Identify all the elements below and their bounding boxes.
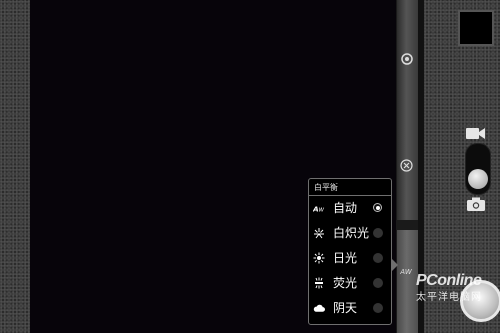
menu-pointer bbox=[392, 259, 398, 271]
wb-option-fluorescent[interactable]: 荧光 bbox=[309, 271, 391, 296]
radio-selected[interactable] bbox=[373, 203, 382, 212]
white-balance-menu: 白平衡 AW 自动 白炽光 日光 荧光 阴天 bbox=[308, 178, 398, 325]
auto-wb-icon: AW bbox=[313, 202, 325, 214]
wb-option-label: 自动 bbox=[333, 201, 358, 215]
radio-unselected[interactable] bbox=[373, 303, 383, 313]
shutter-button[interactable] bbox=[460, 280, 500, 322]
wb-option-label: 荧光 bbox=[333, 276, 358, 290]
wb-option-incandescent[interactable]: 白炽光 bbox=[309, 221, 391, 246]
video-camera-icon bbox=[466, 125, 486, 139]
settings-bar-lower-section bbox=[397, 230, 418, 333]
mode-switch-knob[interactable] bbox=[468, 169, 488, 189]
radio-unselected[interactable] bbox=[373, 278, 383, 288]
current-wb-indicator[interactable]: AW bbox=[398, 268, 414, 276]
wb-option-auto[interactable]: AW 自动 bbox=[309, 196, 391, 221]
wb-option-label: 白炽光 bbox=[333, 226, 370, 240]
incandescent-icon bbox=[313, 227, 325, 239]
wb-option-cloudy[interactable]: 阴天 bbox=[309, 296, 391, 321]
white-balance-menu-title: 白平衡 bbox=[314, 183, 338, 192]
svg-text:W: W bbox=[319, 208, 325, 213]
fluorescent-icon bbox=[313, 277, 325, 289]
settings-bar[interactable] bbox=[396, 0, 419, 333]
settings-icon[interactable] bbox=[399, 51, 414, 66]
wb-option-label: 日光 bbox=[333, 251, 358, 265]
flash-icon[interactable] bbox=[399, 158, 414, 173]
last-photo-thumbnail[interactable] bbox=[458, 10, 494, 46]
daylight-icon bbox=[313, 252, 325, 264]
radio-unselected[interactable] bbox=[373, 228, 383, 238]
wb-option-daylight[interactable]: 日光 bbox=[309, 246, 391, 271]
camera-icon bbox=[467, 196, 485, 211]
wb-option-label: 阴天 bbox=[333, 301, 358, 315]
settings-bar-divider bbox=[397, 220, 418, 230]
radio-unselected[interactable] bbox=[373, 253, 383, 263]
camera-video-mode-switch[interactable] bbox=[465, 143, 491, 195]
left-side-panel bbox=[0, 0, 30, 333]
cloudy-icon bbox=[313, 302, 325, 314]
